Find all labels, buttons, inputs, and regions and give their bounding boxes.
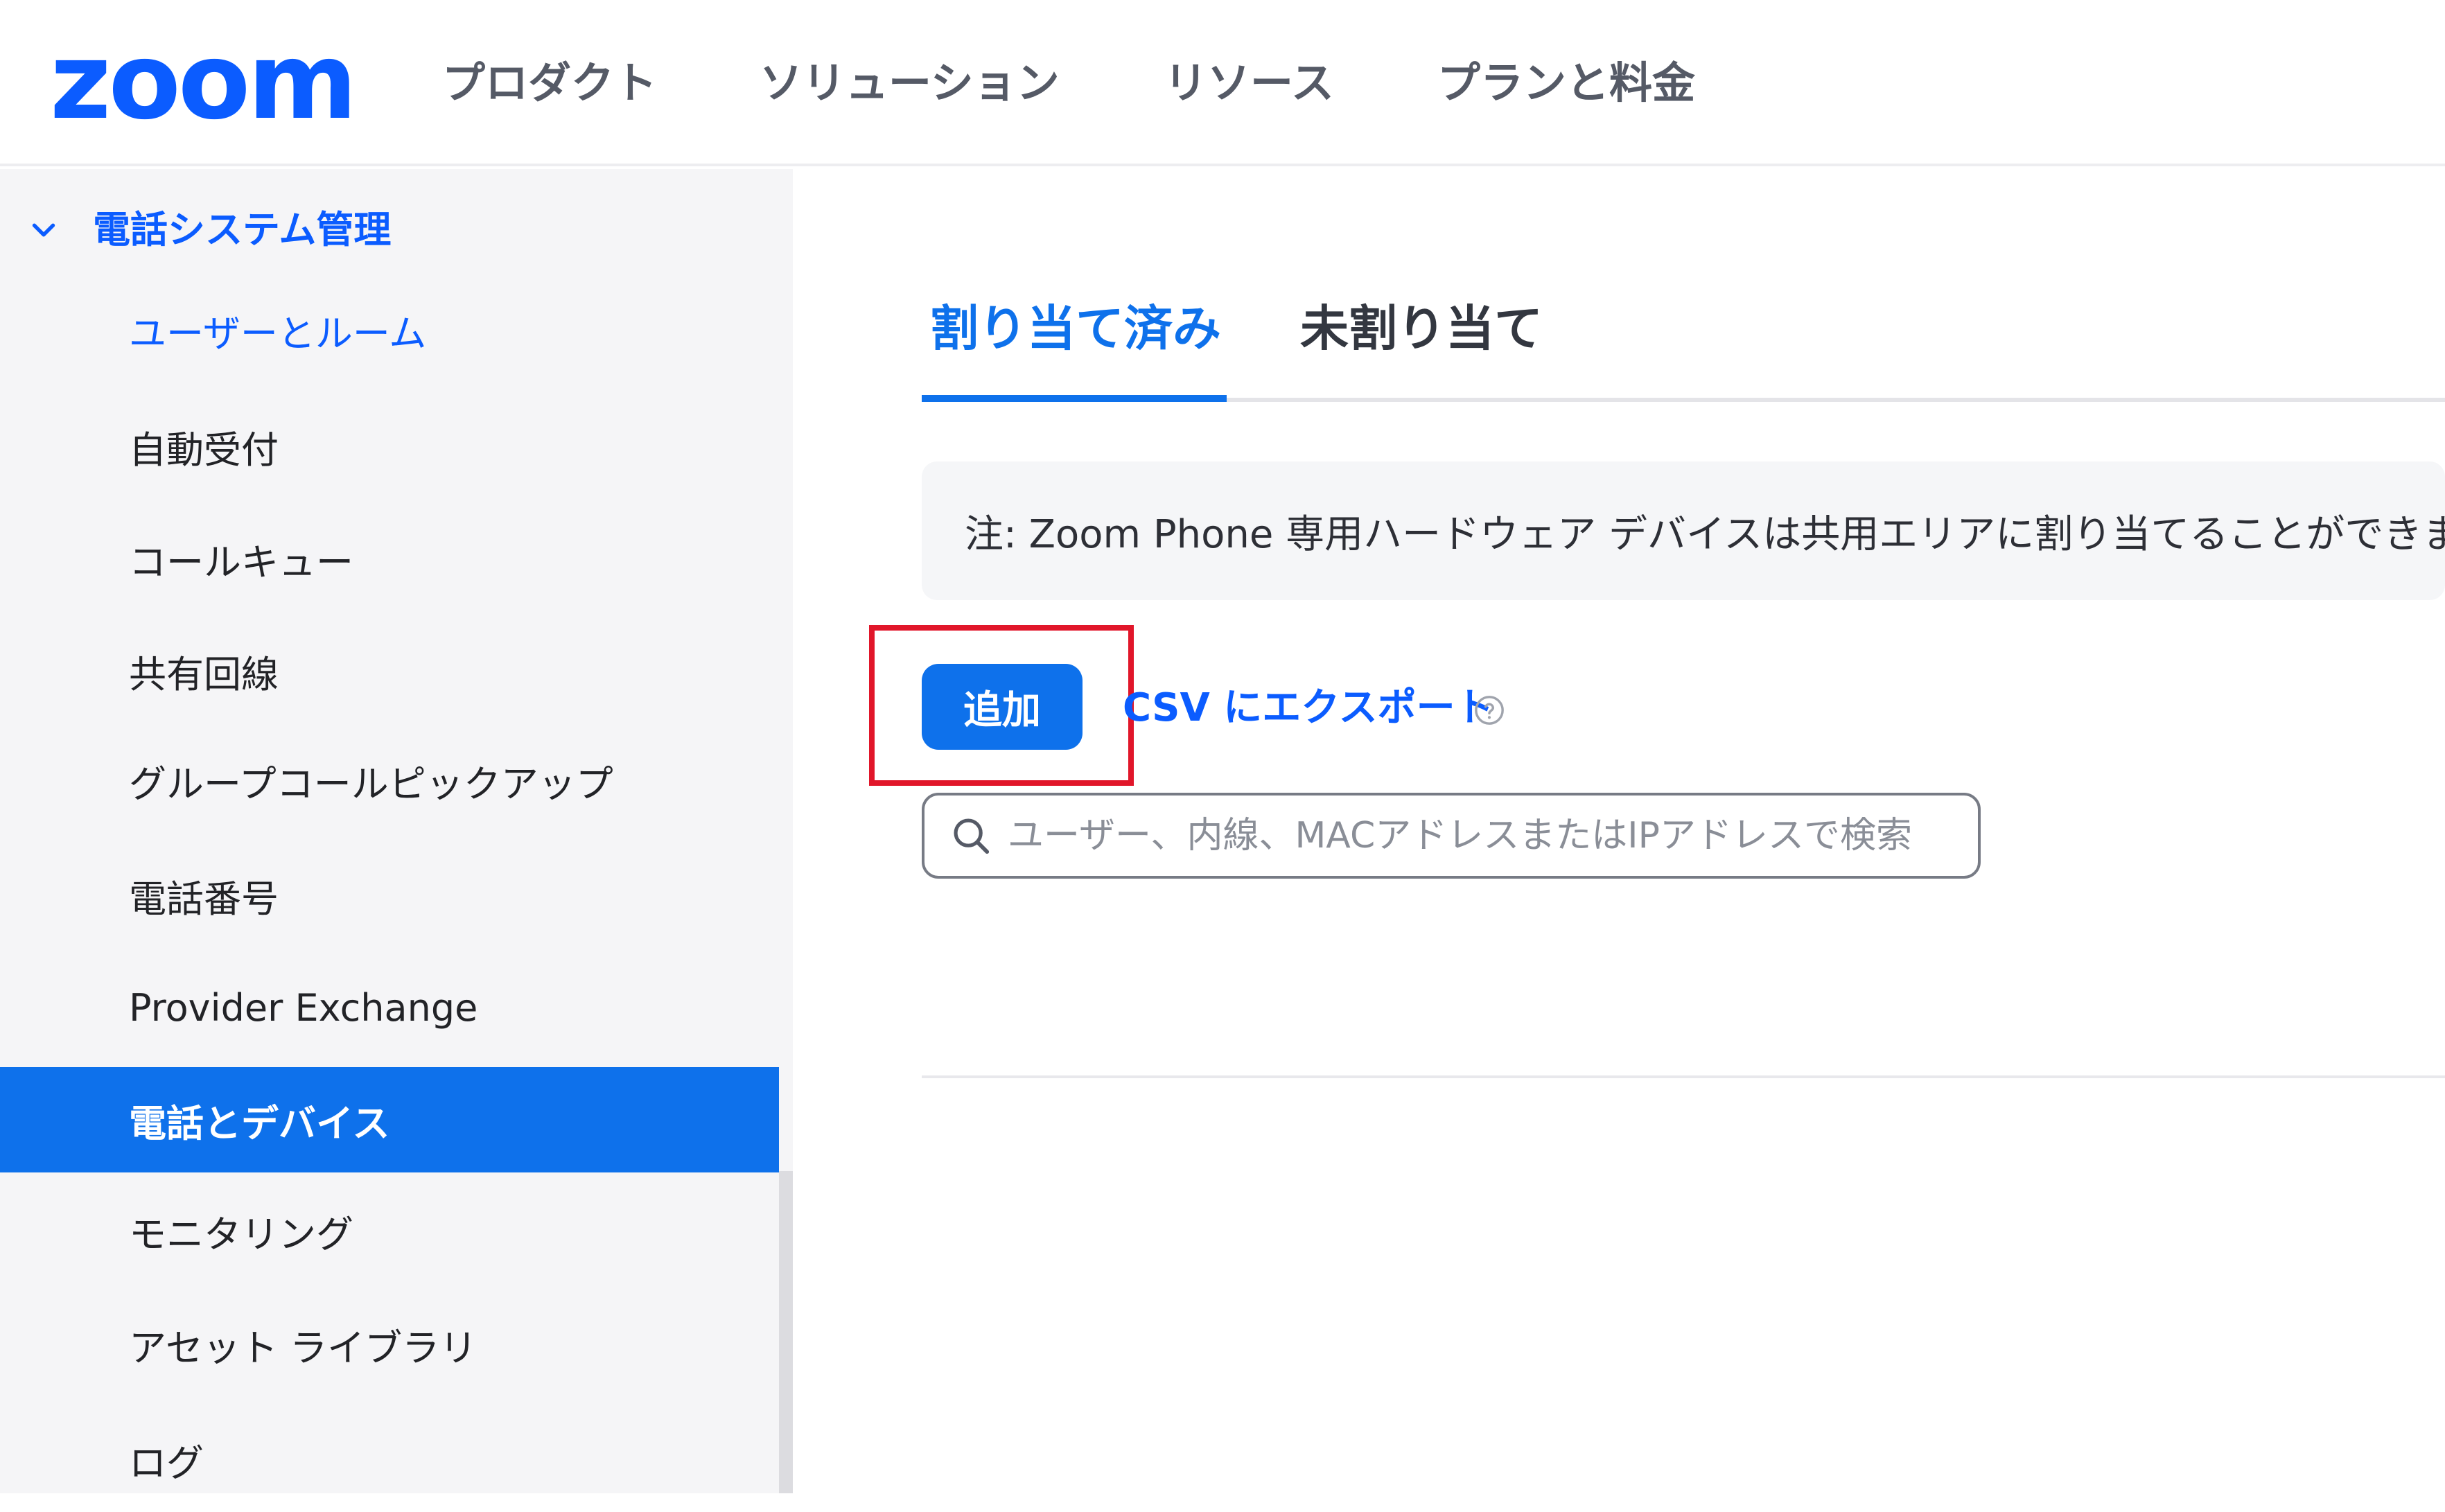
zoom-logo[interactable]: zoom — [50, 26, 358, 137]
sidebar-item-asset-library[interactable]: アセット ライブラリ — [0, 1292, 779, 1397]
topnav-resources[interactable]: リソース — [1164, 57, 1334, 109]
sidebar-item-users-rooms[interactable]: ユーザーとルーム — [0, 277, 779, 383]
topnav-products[interactable]: プロダクト — [442, 57, 657, 109]
content-divider — [922, 1075, 2445, 1078]
info-note-text: 注: Zoom Phone 専用ハードウェア デバイスは共用エリアに割り当てるこ… — [965, 511, 2445, 557]
sidebar-item-group-call-pickup[interactable]: グループコールピックアップ — [0, 728, 779, 833]
sidebar-section-phone-system-management[interactable]: 電話システム管理 — [25, 202, 391, 258]
export-csv-link[interactable]: CSV にエクスポート — [1123, 682, 1494, 735]
section-title: 電話システム管理 — [93, 208, 392, 252]
highlight-annotation — [869, 625, 1134, 786]
sidebar-item-monitoring[interactable]: モニタリング — [0, 1178, 779, 1283]
search-field[interactable] — [922, 793, 1981, 879]
sidebar-item-auto-receptionist[interactable]: 自動受付 — [0, 394, 779, 499]
info-note: 注: Zoom Phone 専用ハードウェア デバイスは共用エリアに割り当てるこ… — [922, 461, 2445, 600]
chevron-down-icon — [32, 223, 55, 237]
topnav-solutions[interactable]: ソリューション — [760, 57, 1060, 109]
sidebar-scrollbar[interactable] — [779, 1171, 793, 1493]
sidebar-item-phones-devices[interactable]: 電話とデバイス — [0, 1067, 779, 1172]
tab-unassigned[interactable]: 未割り当て — [1300, 295, 1543, 362]
search-input[interactable] — [1008, 801, 1964, 870]
sidebar-item-provider-exchange[interactable]: Provider Exchange — [0, 955, 779, 1060]
sidebar-item-phone-numbers[interactable]: 電話番号 — [0, 843, 779, 948]
help-circle-icon[interactable] — [1473, 694, 1505, 726]
sidebar-item-call-queue[interactable]: コールキュー — [0, 506, 779, 611]
topnav-plans-pricing[interactable]: プランと料金 — [1437, 57, 1695, 109]
active-tab-indicator — [922, 395, 1227, 402]
top-header: zoom プロダクト ソリューション リソース プランと料金 — [0, 0, 2445, 166]
tab-assigned[interactable]: 割り当て済み — [930, 295, 1221, 362]
sidebar-item-shared-lines[interactable]: 共有回線 — [0, 618, 779, 723]
sidebar-item-logs[interactable]: ログ — [0, 1407, 779, 1512]
search-icon — [954, 818, 990, 854]
